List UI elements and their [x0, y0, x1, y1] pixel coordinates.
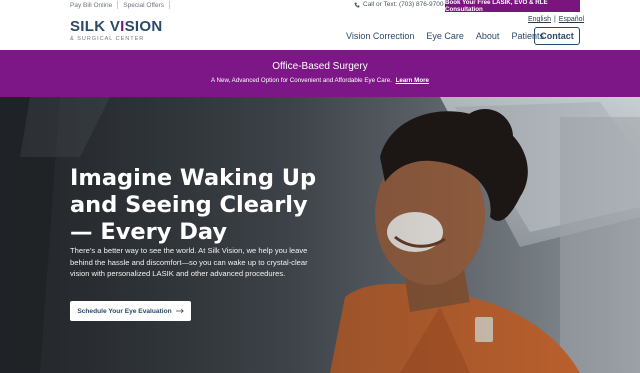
language-switcher: English | Español — [528, 16, 584, 23]
logo[interactable]: SILK VISION & SURGICAL CENTER — [70, 19, 162, 42]
hero-description: There’s a better way to see the world. A… — [70, 246, 308, 278]
main-nav: Vision Correction Eye Care About Patient… — [346, 30, 556, 42]
contact-button[interactable]: Contact — [534, 27, 580, 45]
utility-bar: Pay Bill Online Special Offers Call or T… — [0, 0, 640, 13]
banner-subtitle: A New, Advanced Option for Convenient an… — [211, 77, 429, 84]
pay-bill-link[interactable]: Pay Bill Online — [70, 2, 112, 9]
schedule-evaluation-label: Schedule Your Eye Evaluation — [77, 307, 172, 315]
lang-spanish-link[interactable]: Español — [559, 16, 584, 23]
divider — [169, 1, 170, 9]
announcement-banner: Office-Based Surgery A New, Advanced Opt… — [0, 50, 640, 97]
logo-wordmark: SILK VISION — [70, 18, 163, 35]
nav-about[interactable]: About — [476, 30, 500, 42]
arrow-right-icon — [175, 308, 184, 314]
phone-link[interactable]: Call or Text: (703) 876-9700 — [354, 1, 443, 8]
logo-subtitle: & SURGICAL CENTER — [70, 36, 145, 42]
lang-divider: | — [553, 16, 556, 23]
special-offers-link[interactable]: Special Offers — [123, 2, 164, 9]
hero-title: Imagine Waking Up and Seeing Clearly — E… — [70, 165, 317, 245]
hero-section: Imagine Waking Up and Seeing Clearly — E… — [0, 97, 640, 373]
phone-text: Call or Text: (703) 876-9700 — [363, 1, 444, 8]
nav-vision-correction[interactable]: Vision Correction — [346, 30, 414, 42]
book-consultation-button[interactable]: Book Your Free LASIK, EVO & RLE Consulta… — [445, 0, 580, 13]
phone-icon — [354, 2, 360, 7]
divider — [117, 1, 119, 9]
learn-more-link[interactable]: Learn More — [396, 77, 429, 84]
lang-english-link[interactable]: English — [528, 16, 551, 23]
banner-title: Office-Based Surgery — [272, 61, 368, 72]
schedule-evaluation-button[interactable]: Schedule Your Eye Evaluation — [70, 301, 191, 321]
utility-links: Pay Bill Online Special Offers — [70, 1, 175, 9]
nav-eye-care[interactable]: Eye Care — [426, 30, 464, 42]
